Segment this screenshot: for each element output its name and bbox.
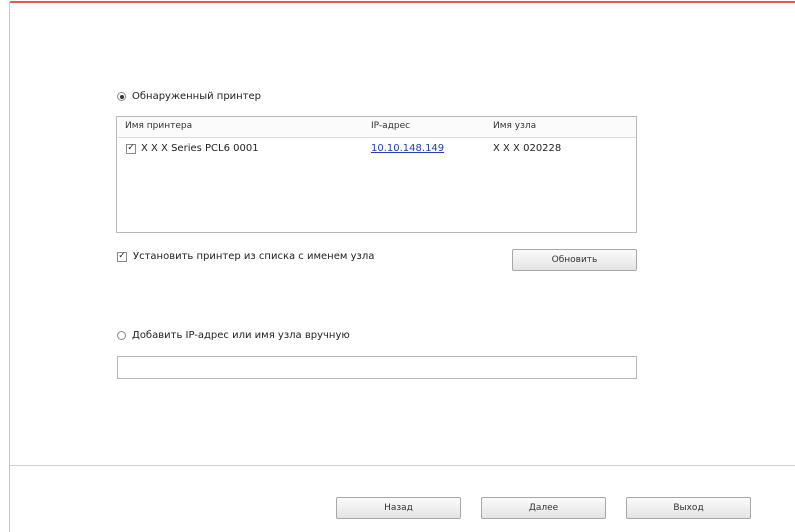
back-button[interactable]: Назад <box>336 497 461 519</box>
refresh-button[interactable]: Обновить <box>512 249 637 271</box>
detected-printer-option[interactable]: Обнаруженный принтер <box>117 91 261 102</box>
column-header-ip-address: IP-адрес <box>371 121 411 131</box>
detected-printer-radio[interactable] <box>117 92 126 101</box>
printer-name: X X X Series PCL6 0001 <box>141 143 259 154</box>
window-accent-bar <box>10 1 795 3</box>
install-by-host-checkbox[interactable]: ✓ <box>117 251 127 262</box>
manual-address-input[interactable] <box>117 356 637 379</box>
printer-host-name: X X X 020228 <box>493 143 562 154</box>
printer-list-table[interactable]: Имя принтера IP-адрес Имя узла ✓ X X X S… <box>116 116 637 233</box>
column-header-host-name: Имя узла <box>493 121 537 131</box>
exit-button[interactable]: Выход <box>626 497 751 519</box>
column-header-printer-name: Имя принтера <box>125 121 193 131</box>
install-by-host-label: Установить принтер из списка с именем уз… <box>133 251 375 262</box>
install-by-host-option[interactable]: ✓ Установить принтер из списка с именем … <box>117 251 374 262</box>
printer-select-checkbox[interactable]: ✓ <box>126 143 136 154</box>
printer-ip-link[interactable]: 10.10.148.149 <box>371 143 444 154</box>
table-row[interactable]: ✓ X X X Series PCL6 0001 10.10.148.149 X… <box>117 141 636 159</box>
next-button[interactable]: Далее <box>481 497 606 519</box>
table-header: Имя принтера IP-адрес Имя узла <box>117 117 636 138</box>
manual-add-label: Добавить IP-адрес или имя узла вручную <box>132 330 350 341</box>
manual-add-radio[interactable] <box>117 331 126 340</box>
printer-name-cell: ✓ X X X Series PCL6 0001 <box>126 143 259 154</box>
manual-add-option[interactable]: Добавить IP-адрес или имя узла вручную <box>117 330 350 341</box>
window-left-border <box>9 2 10 532</box>
detected-printer-label: Обнаруженный принтер <box>132 91 262 102</box>
footer-separator <box>10 465 795 466</box>
